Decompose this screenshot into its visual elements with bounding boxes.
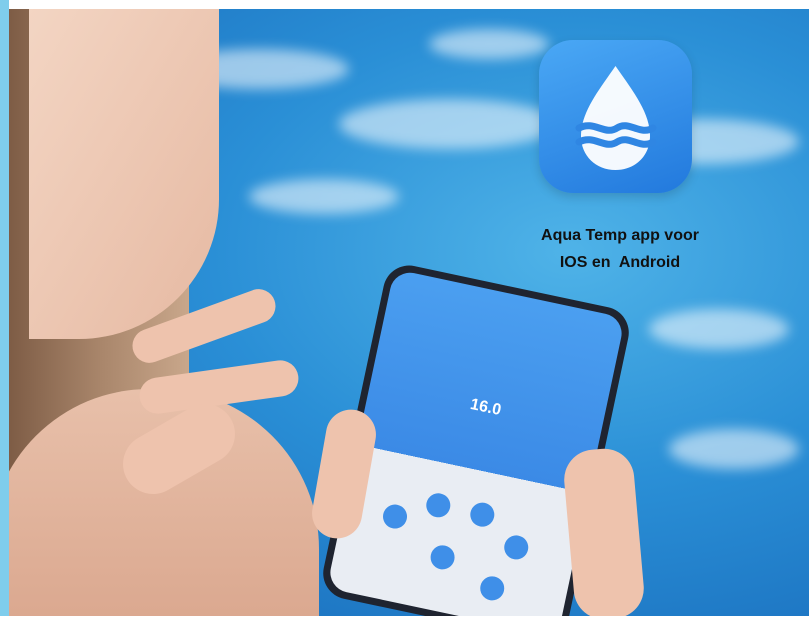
caption-line-2: IOS en Android: [559, 254, 681, 271]
left-accent-strip: [0, 0, 9, 625]
person-face: [29, 9, 219, 339]
water-highlight: [669, 429, 799, 469]
phone-control-button: [380, 502, 410, 531]
water-highlight: [339, 99, 559, 149]
phone-control-button: [468, 500, 497, 529]
water-highlight: [649, 309, 789, 349]
water-highlight: [429, 29, 549, 59]
bottom-border: [0, 616, 809, 625]
phone-control-button: [502, 533, 531, 562]
app-caption: Aqua Temp app voor IOS en Android: [495, 222, 745, 276]
phone-control-button: [477, 574, 507, 603]
phone-control-button: [424, 491, 453, 520]
water-highlight: [249, 179, 399, 214]
holding-hand: [561, 446, 647, 616]
phone-temperature: 16.0: [468, 395, 503, 420]
caption-line-1: Aqua Temp app voor: [541, 227, 699, 244]
photo-scene: 16.0 Aqua Temp app voor IOS en Android: [0, 0, 809, 625]
water-drop-waves-icon: [575, 66, 657, 170]
top-border: [0, 0, 809, 9]
phone-control-button: [428, 543, 457, 572]
aqua-temp-app-icon: [539, 40, 692, 193]
